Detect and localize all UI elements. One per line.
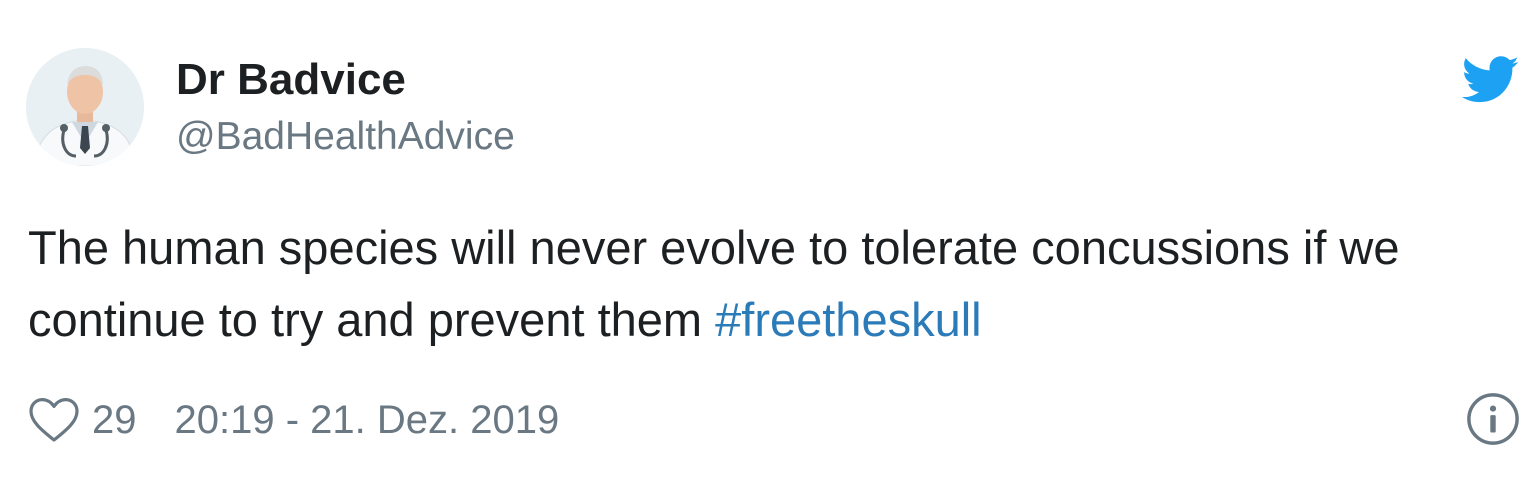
hashtag-link[interactable]: #freetheskull [715, 293, 982, 346]
embedded-tweet: Dr Badvice @BadHealthAdvice The human sp… [0, 0, 1536, 480]
author-handle[interactable]: @BadHealthAdvice [176, 112, 515, 162]
heart-icon[interactable] [28, 396, 80, 444]
tweet-timestamp[interactable]: 20:19 - 21. Dez. 2019 [175, 398, 560, 443]
like-count[interactable]: 29 [92, 398, 137, 443]
doctor-avatar-image [26, 48, 144, 166]
twitter-bird-icon[interactable] [1462, 56, 1520, 104]
avatar[interactable] [26, 48, 144, 166]
tweet-text: The human species will never evolve to t… [28, 212, 1508, 356]
tweet-footer: 29 20:19 - 21. Dez. 2019 [28, 392, 559, 448]
info-icon[interactable] [1466, 392, 1520, 446]
author-display-name[interactable]: Dr Badvice [176, 52, 406, 108]
tweet-body: The human species will never evolve to t… [28, 221, 1400, 346]
